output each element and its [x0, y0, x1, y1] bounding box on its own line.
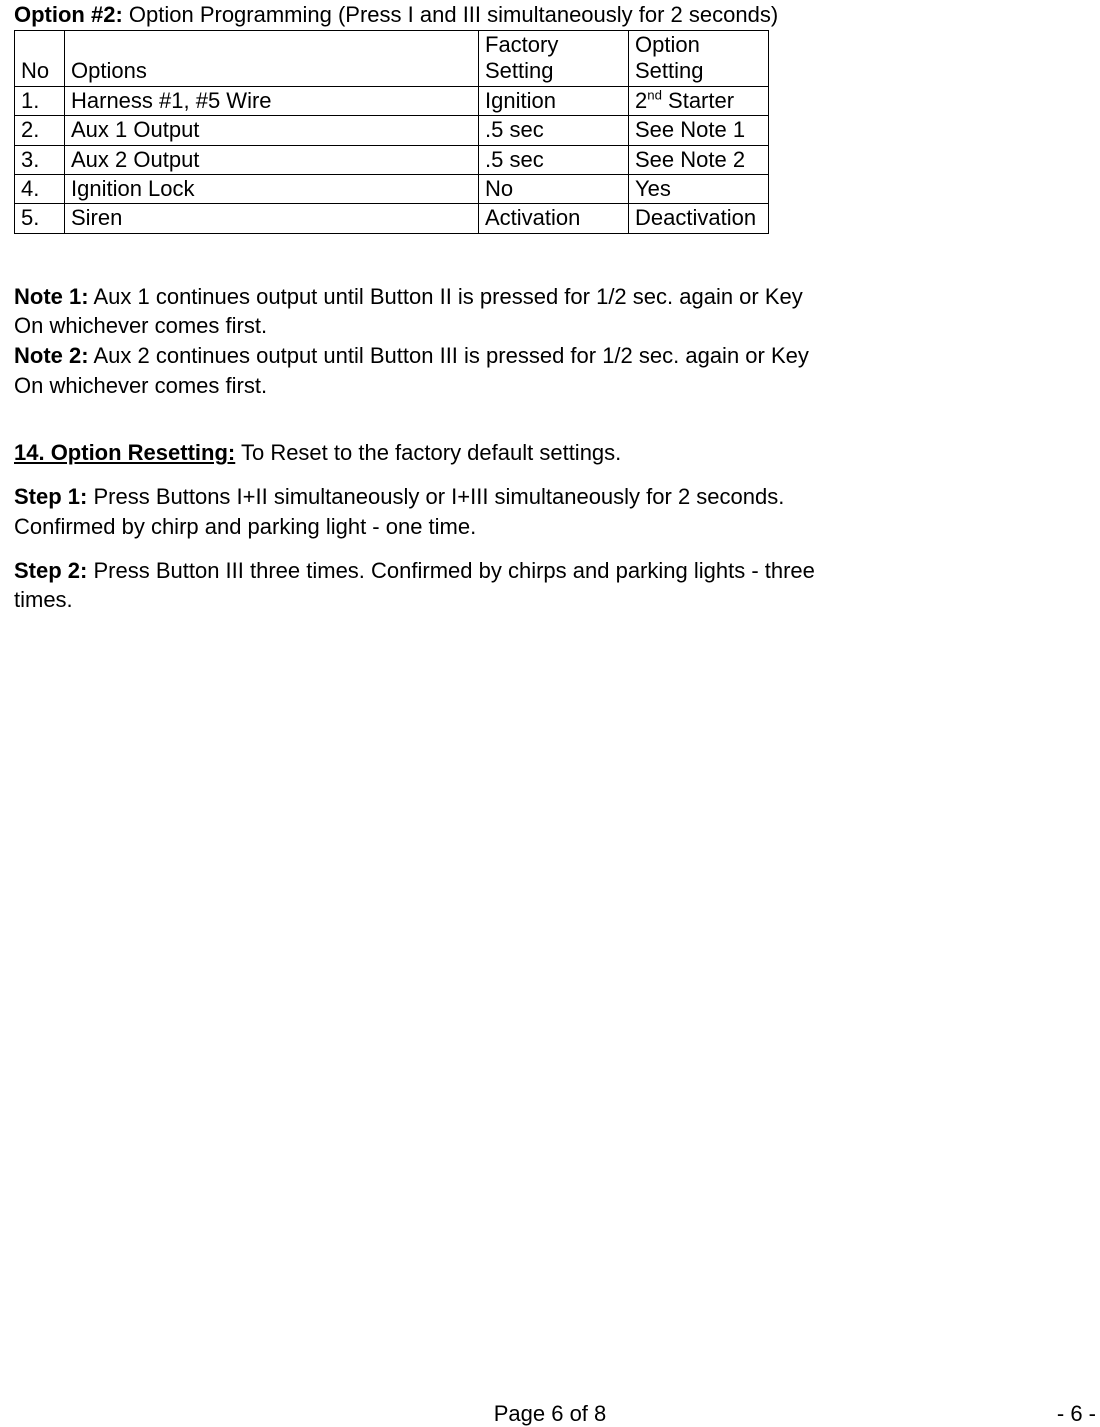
cell-factory: .5 sec — [479, 145, 629, 174]
header-factory: Factory Setting — [479, 31, 629, 87]
section-14: 14. Option Resetting: To Reset to the fa… — [14, 438, 854, 614]
cell-setting: Yes — [629, 174, 769, 203]
footer-right: - 6 - — [1057, 1401, 1096, 1427]
step-2-label: Step 2: — [14, 558, 87, 583]
document-page: Option #2: Option Programming (Press I a… — [0, 2, 1100, 1423]
cell-option: Aux 2 Output — [65, 145, 479, 174]
cell-setting: Deactivation — [629, 204, 769, 233]
cell-setting-post: Starter — [662, 88, 734, 113]
cell-setting-pre: 2 — [635, 88, 647, 113]
step-2-text: Press Button III three times. Confirmed … — [14, 558, 815, 613]
table-row: 1. Harness #1, #5 Wire Ignition 2nd Star… — [15, 86, 769, 115]
cell-factory: .5 sec — [479, 116, 629, 145]
cell-no: 1. — [15, 86, 65, 115]
notes-block: Note 1: Aux 1 continues output until But… — [14, 282, 834, 401]
header-options: Options — [65, 31, 479, 87]
table-row: 5. Siren Activation Deactivation — [15, 204, 769, 233]
option2-title-label: Option #2: — [14, 2, 123, 27]
section-14-heading: 14. Option Resetting: To Reset to the fa… — [14, 438, 854, 468]
cell-option: Ignition Lock — [65, 174, 479, 203]
note-1: Note 1: Aux 1 continues output until But… — [14, 282, 834, 341]
cell-no: 5. — [15, 204, 65, 233]
cell-factory: No — [479, 174, 629, 203]
option2-title-text: Option Programming (Press I and III simu… — [123, 2, 778, 27]
note-2-text: Aux 2 continues output until Button III … — [14, 343, 809, 398]
cell-setting: 2nd Starter — [629, 86, 769, 115]
header-no: No — [15, 31, 65, 87]
cell-factory: Ignition — [479, 86, 629, 115]
cell-no: 2. — [15, 116, 65, 145]
cell-option: Aux 1 Output — [65, 116, 479, 145]
header-setting: Option Setting — [629, 31, 769, 87]
table-row: 2. Aux 1 Output .5 sec See Note 1 — [15, 116, 769, 145]
section-14-heading-text: To Reset to the factory default settings… — [235, 440, 621, 465]
note-2: Note 2: Aux 2 continues output until But… — [14, 341, 834, 400]
footer-center: Page 6 of 8 — [494, 1401, 607, 1427]
cell-setting: See Note 1 — [629, 116, 769, 145]
note-2-label: Note 2: — [14, 343, 89, 368]
section-14-heading-label: 14. Option Resetting: — [14, 440, 235, 465]
cell-setting-sup: nd — [647, 87, 662, 102]
step-1: Step 1: Press Buttons I+II simultaneousl… — [14, 482, 854, 541]
step-2: Step 2: Press Button III three times. Co… — [14, 556, 854, 615]
table-header-row: No Options Factory Setting Option Settin… — [15, 31, 769, 87]
options-table: No Options Factory Setting Option Settin… — [14, 30, 769, 234]
option2-title: Option #2: Option Programming (Press I a… — [14, 2, 1086, 28]
step-1-label: Step 1: — [14, 484, 87, 509]
table-row: 4. Ignition Lock No Yes — [15, 174, 769, 203]
note-1-text: Aux 1 continues output until Button II i… — [14, 284, 803, 339]
cell-option: Harness #1, #5 Wire — [65, 86, 479, 115]
cell-no: 4. — [15, 174, 65, 203]
cell-setting: See Note 2 — [629, 145, 769, 174]
cell-factory: Activation — [479, 204, 629, 233]
cell-option: Siren — [65, 204, 479, 233]
cell-no: 3. — [15, 145, 65, 174]
table-row: 3. Aux 2 Output .5 sec See Note 2 — [15, 145, 769, 174]
note-1-label: Note 1: — [14, 284, 89, 309]
step-1-text: Press Buttons I+II simultaneously or I+I… — [14, 484, 784, 539]
